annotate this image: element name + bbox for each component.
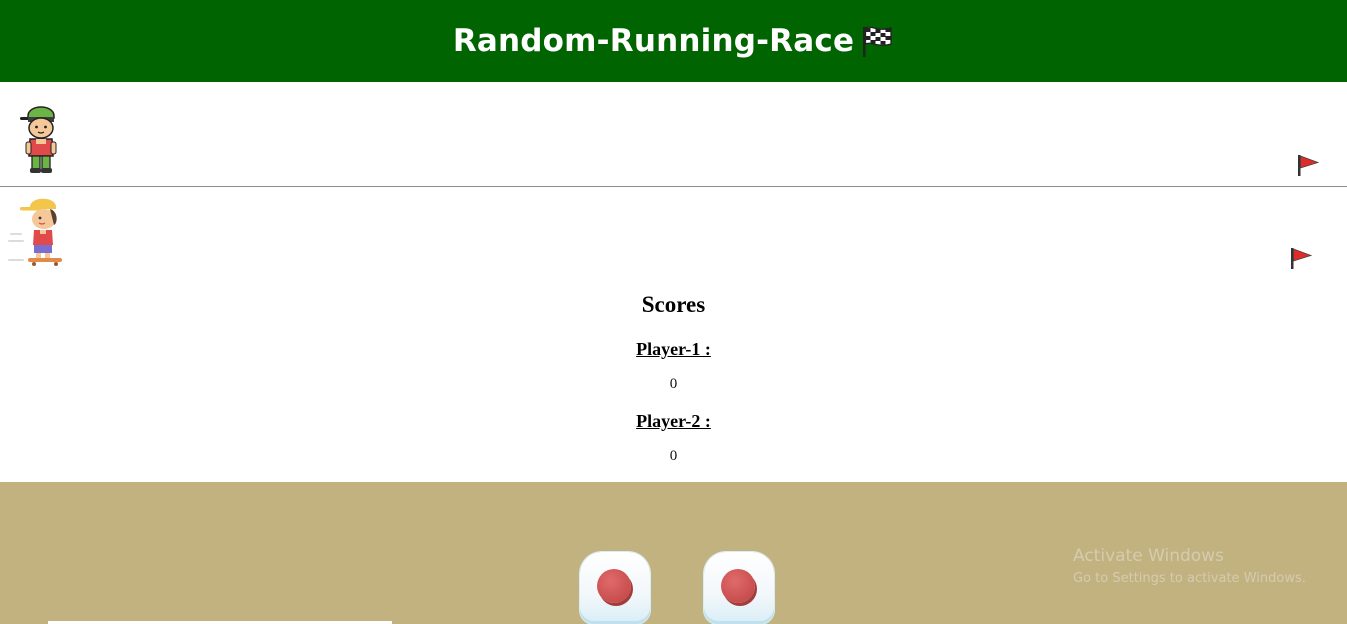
boy-skateboard-icon	[8, 198, 62, 266]
player-2-label-text: Player-2 :	[636, 411, 711, 431]
race-lane-1	[0, 82, 1347, 187]
boy-green-cap-icon	[20, 106, 57, 173]
red-flag-icon	[1298, 155, 1320, 176]
dice-panel: Activate Windows Go to Settings to activ…	[0, 482, 1347, 624]
windows-activation-watermark: Activate Windows Go to Settings to activ…	[1073, 546, 1306, 586]
dice-one-icon	[721, 569, 755, 603]
watermark-line-2: Go to Settings to activate Windows.	[1073, 571, 1306, 586]
player-1-label: Player-1 :	[0, 339, 1347, 360]
dice-one-icon	[597, 569, 631, 603]
player-2-label: Player-2 :	[0, 411, 1347, 432]
scoreboard: Scores Player-1 : 0 Player-2 : 0	[0, 282, 1347, 482]
player-1-score: 0	[669, 376, 678, 392]
player-2-score: 0	[669, 448, 678, 464]
title-text: Random-Running-Race	[452, 23, 855, 59]
player-1-dice-button[interactable]	[580, 552, 650, 624]
scores-heading: Scores	[641, 292, 706, 317]
race-lane-2	[0, 187, 1347, 282]
player-2-dice-button[interactable]	[704, 552, 774, 624]
page-title: Random-Running-Race	[453, 23, 894, 59]
watermark-line-1: Activate Windows	[1073, 546, 1224, 566]
checkered-flag-icon	[863, 26, 892, 57]
header-bar: Random-Running-Race	[0, 0, 1347, 82]
player-1-label-text: Player-1 :	[636, 339, 711, 359]
red-flag-icon	[1291, 248, 1313, 269]
